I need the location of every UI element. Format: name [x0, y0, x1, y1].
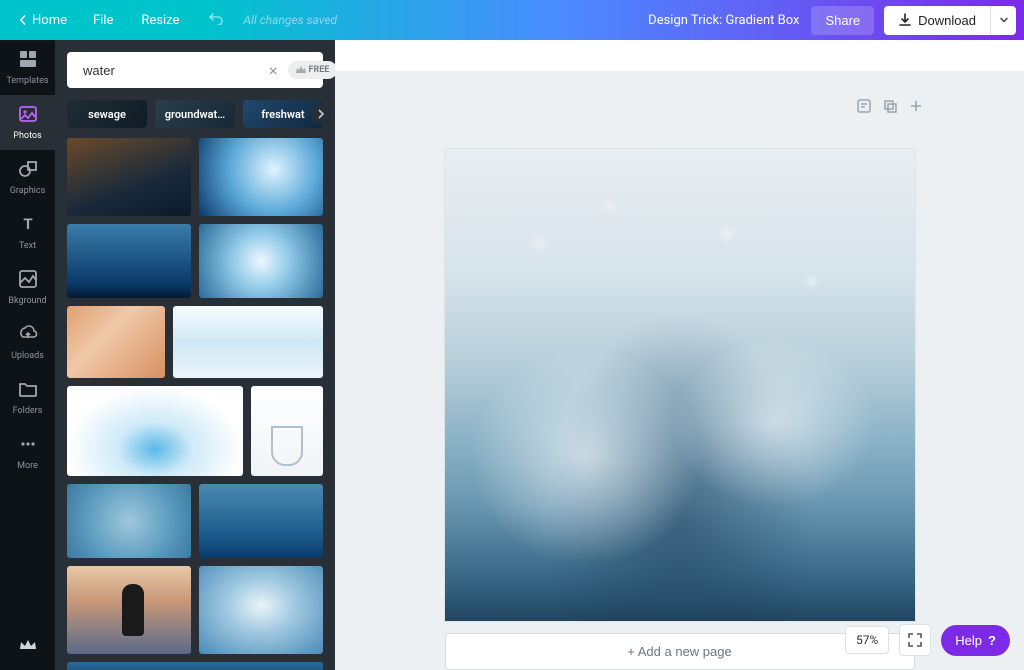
- free-filter-pill[interactable]: FREE: [288, 61, 338, 79]
- undo-icon: [207, 11, 223, 25]
- download-caret-button[interactable]: [990, 6, 1016, 35]
- undo-button[interactable]: [201, 5, 229, 35]
- rail-more[interactable]: More: [0, 425, 55, 480]
- rail-more-label: More: [17, 461, 38, 471]
- rail-uploads[interactable]: Uploads: [0, 315, 55, 370]
- resize-menu[interactable]: Resize: [129, 7, 191, 34]
- rail-graphics[interactable]: Graphics: [0, 150, 55, 205]
- page-tools: [856, 98, 924, 118]
- download-label: Download: [918, 13, 976, 28]
- plus-icon: [908, 98, 924, 114]
- rail-photos-label: Photos: [13, 131, 41, 141]
- duplicate-icon: [882, 98, 898, 114]
- question-icon: ?: [988, 633, 996, 648]
- fullscreen-button[interactable]: [899, 624, 931, 656]
- chips-scroll-right[interactable]: [311, 104, 331, 124]
- photos-panel: × FREE sewage groundwat… freshwat: [55, 40, 335, 670]
- zoom-control[interactable]: 57%: [845, 626, 889, 654]
- rail-premium[interactable]: [0, 620, 55, 670]
- rail-text-label: Text: [19, 241, 36, 251]
- svg-text:T: T: [23, 215, 32, 233]
- photo-thumb[interactable]: [199, 484, 323, 558]
- help-label: Help: [955, 633, 982, 648]
- page-notes-button[interactable]: [856, 98, 872, 118]
- photo-grid[interactable]: [55, 138, 335, 670]
- tool-rail: Templates Photos Graphics T Text Bkgroun…: [0, 40, 55, 670]
- fullscreen-icon: [908, 633, 922, 647]
- help-button[interactable]: Help ?: [941, 625, 1010, 656]
- photo-thumb[interactable]: [67, 484, 191, 558]
- photo-thumb[interactable]: [67, 566, 191, 654]
- save-status: All changes saved: [243, 13, 337, 27]
- clear-search-button[interactable]: ×: [265, 59, 282, 82]
- top-bar: Home File Resize All changes saved Desig…: [0, 0, 1024, 40]
- rail-text[interactable]: T Text: [0, 205, 55, 260]
- design-title[interactable]: Design Trick: Gradient Box: [648, 13, 799, 28]
- download-button[interactable]: Download: [884, 6, 990, 35]
- rail-uploads-label: Uploads: [11, 351, 44, 361]
- rail-templates-label: Templates: [6, 76, 48, 86]
- home-label: Home: [32, 13, 67, 28]
- photo-thumb[interactable]: [199, 224, 323, 298]
- rail-background-label: Bkground: [8, 296, 46, 306]
- add-page-icon-button[interactable]: [908, 98, 924, 118]
- chevron-down-icon: [999, 15, 1009, 25]
- chevron-right-icon: [317, 109, 325, 119]
- photo-thumb[interactable]: [67, 386, 243, 476]
- chip-sewage[interactable]: sewage: [67, 100, 147, 128]
- photo-thumb[interactable]: [67, 306, 165, 378]
- photo-thumb[interactable]: [199, 138, 323, 216]
- rail-templates[interactable]: Templates: [0, 40, 55, 95]
- crown-icon: [18, 635, 38, 655]
- crown-small-icon: [296, 66, 306, 74]
- rail-graphics-label: Graphics: [10, 186, 45, 196]
- photo-thumb[interactable]: [199, 566, 323, 654]
- duplicate-page-button[interactable]: [882, 98, 898, 118]
- zoom-value: 57%: [856, 633, 878, 647]
- rail-folders-label: Folders: [13, 406, 43, 416]
- photo-thumb[interactable]: [251, 386, 323, 476]
- photo-thumb[interactable]: [173, 306, 323, 378]
- design-page[interactable]: [445, 149, 915, 621]
- rail-folders[interactable]: Folders: [0, 370, 55, 425]
- free-label: FREE: [309, 65, 330, 75]
- photo-thumb[interactable]: [67, 224, 191, 298]
- photo-thumb[interactable]: [67, 662, 323, 670]
- file-menu[interactable]: File: [81, 7, 125, 34]
- search-input[interactable]: [83, 63, 259, 78]
- download-icon: [898, 13, 912, 27]
- photo-thumb[interactable]: [67, 138, 191, 216]
- canvas-area: + Add a new page 57% Help ?: [335, 40, 1024, 670]
- notes-icon: [856, 98, 872, 114]
- home-button[interactable]: Home: [8, 7, 77, 34]
- share-button[interactable]: Share: [811, 6, 874, 35]
- add-page-button[interactable]: + Add a new page: [445, 633, 915, 670]
- chevron-left-icon: [18, 15, 28, 25]
- rail-photos[interactable]: Photos: [0, 95, 55, 150]
- search-box: × FREE: [67, 52, 323, 88]
- toolbar-spacer: [335, 40, 1024, 71]
- chip-groundwater[interactable]: groundwat…: [155, 100, 235, 128]
- rail-background[interactable]: Bkground: [0, 260, 55, 315]
